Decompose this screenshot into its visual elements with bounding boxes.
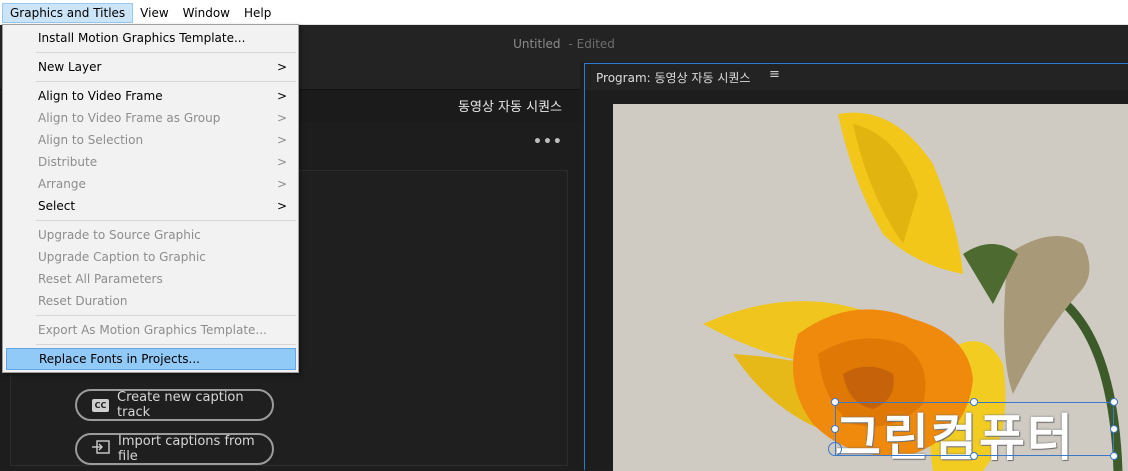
menu-separator: [36, 344, 296, 345]
import-captions-label: Import captions from file: [118, 434, 255, 464]
menu-item-label: Reset Duration: [38, 294, 128, 308]
menu-item-label: Align to Selection: [38, 133, 144, 147]
resize-handle-middle-left[interactable]: [831, 425, 839, 433]
menu-item-label: Distribute: [38, 155, 98, 169]
menu-view[interactable]: View: [133, 3, 175, 23]
resize-handle-top-center[interactable]: [970, 398, 978, 406]
hamburger-menu-icon[interactable]: ≡: [769, 67, 780, 82]
more-options-icon[interactable]: •••: [533, 134, 563, 150]
program-monitor-title[interactable]: Program: 동영상 자동 시퀀스: [596, 69, 750, 86]
menu-item-label: Replace Fonts in Projects...: [39, 352, 200, 366]
chevron-right-icon: >: [276, 111, 287, 125]
chevron-right-icon: >: [276, 199, 287, 213]
project-title: Untitled: [513, 36, 561, 51]
resize-handle-bottom-right[interactable]: [1110, 452, 1118, 460]
menu-item-label: Upgrade Caption to Graphic: [38, 250, 206, 264]
menu-item-upgrade-caption-to-graphic[interactable]: Upgrade Caption to Graphic: [6, 246, 296, 268]
menu-item-label: Select: [38, 199, 76, 213]
menu-item-label: Reset All Parameters: [38, 272, 163, 286]
chevron-right-icon: >: [276, 133, 287, 147]
menu-item-label: Install Motion Graphics Template...: [38, 31, 246, 45]
closed-captions-icon: CC: [92, 398, 110, 412]
video-frame[interactable]: 그린컴퓨터: [613, 104, 1128, 471]
menu-item-label: Upgrade to Source Graphic: [38, 228, 201, 242]
menu-item-export-as-mogrt[interactable]: Export As Motion Graphics Template...: [6, 319, 296, 341]
menu-separator: [36, 315, 296, 316]
anchor-point-icon[interactable]: [828, 442, 842, 456]
sequence-title: 동영상 자동 시퀀스: [458, 100, 562, 115]
program-monitor: Program: 동영상 자동 시퀀스 ≡ 그린컴퓨터: [584, 63, 1128, 471]
menu-item-upgrade-to-source-graphic[interactable]: Upgrade to Source Graphic: [6, 224, 296, 246]
menu-item-align-to-video-frame-as-group[interactable]: Align to Video Frame as Group >: [6, 107, 296, 129]
graphics-and-titles-dropdown: Install Motion Graphics Template... New …: [2, 24, 299, 373]
chevron-right-icon: >: [276, 155, 287, 169]
menu-separator: [36, 220, 296, 221]
resize-handle-middle-right[interactable]: [1110, 425, 1118, 433]
chevron-right-icon: >: [276, 60, 287, 74]
menu-item-replace-fonts[interactable]: Replace Fonts in Projects...: [6, 348, 296, 370]
resize-handle-top-left[interactable]: [831, 398, 839, 406]
menu-help[interactable]: Help: [237, 3, 278, 23]
edited-indicator: - Edited: [568, 36, 615, 51]
resize-handle-top-right[interactable]: [1110, 398, 1118, 406]
menu-item-label: New Layer: [38, 60, 102, 74]
import-icon: [92, 440, 110, 458]
create-caption-track-button[interactable]: CC Create new caption track: [75, 389, 274, 421]
menu-separator: [36, 52, 296, 53]
menu-window[interactable]: Window: [176, 3, 237, 23]
caption-selection-box[interactable]: [835, 402, 1114, 456]
menu-item-reset-duration[interactable]: Reset Duration: [6, 290, 296, 312]
menu-item-arrange[interactable]: Arrange >: [6, 173, 296, 195]
menu-item-label: Align to Video Frame as Group: [38, 111, 221, 125]
menu-graphics-and-titles[interactable]: Graphics and Titles: [2, 2, 134, 23]
menu-item-new-layer[interactable]: New Layer >: [6, 56, 296, 78]
menubar: Graphics and Titles View Window Help: [0, 0, 1128, 25]
menu-separator: [36, 81, 296, 82]
menu-item-label: Arrange: [38, 177, 86, 191]
resize-handle-bottom-center[interactable]: [970, 452, 978, 460]
menu-item-align-to-video-frame[interactable]: Align to Video Frame >: [6, 85, 296, 107]
menu-item-select[interactable]: Select >: [6, 195, 296, 217]
menu-item-align-to-selection[interactable]: Align to Selection >: [6, 129, 296, 151]
chevron-right-icon: >: [276, 177, 287, 191]
program-monitor-header: Program: 동영상 자동 시퀀스 ≡: [585, 64, 1128, 90]
menu-item-label: Export As Motion Graphics Template...: [38, 323, 267, 337]
create-caption-track-label: Create new caption track: [117, 390, 244, 420]
menu-item-distribute[interactable]: Distribute >: [6, 151, 296, 173]
menu-item-install-mogrt[interactable]: Install Motion Graphics Template...: [6, 27, 296, 49]
chevron-right-icon: >: [276, 89, 287, 103]
import-captions-button[interactable]: Import captions from file: [75, 433, 274, 465]
menu-item-label: Align to Video Frame: [38, 89, 163, 103]
menu-item-reset-all-parameters[interactable]: Reset All Parameters: [6, 268, 296, 290]
